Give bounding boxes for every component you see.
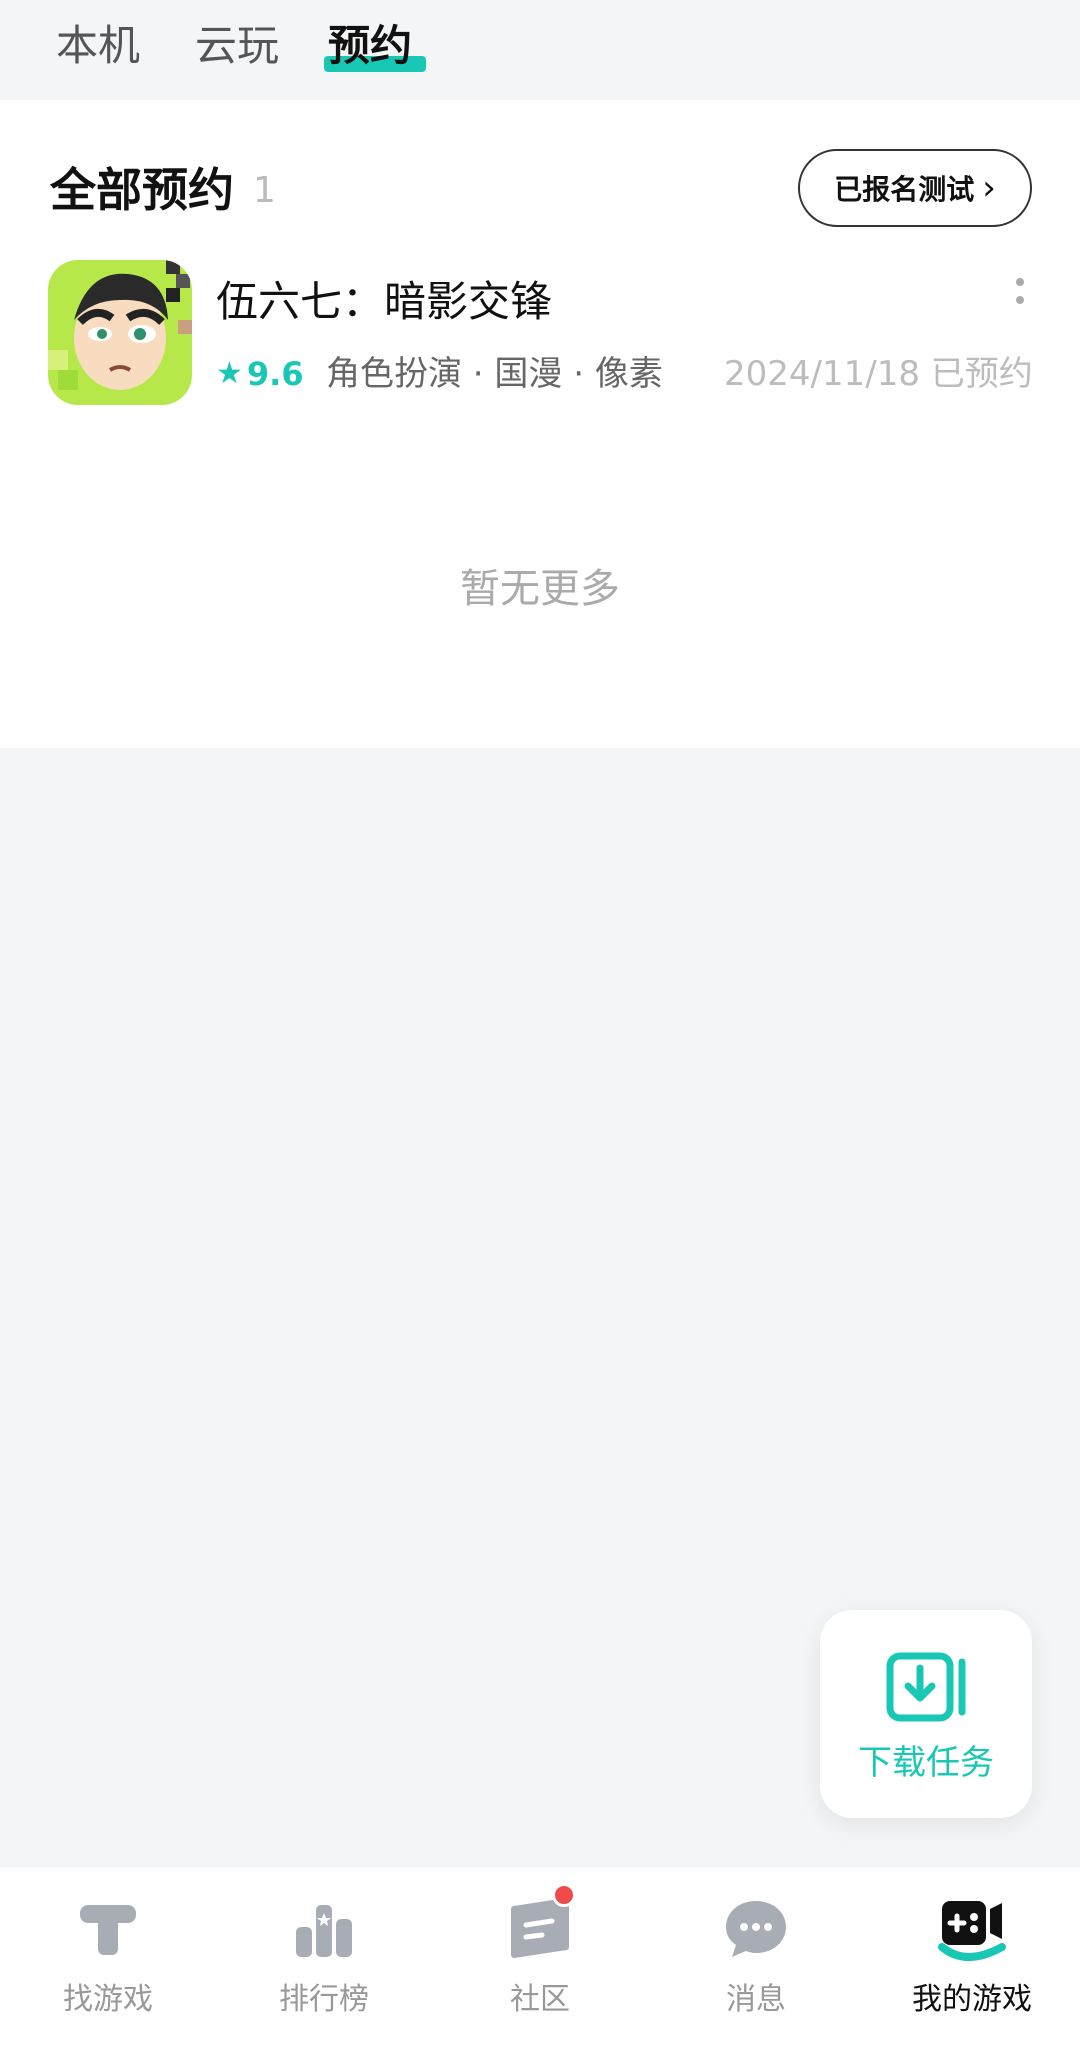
reservation-status: 2024/11/18 已预约 <box>724 354 1033 394</box>
game-rating: ★ 9.6 <box>216 352 304 396</box>
download-tasks-button[interactable]: 下载任务 <box>820 1610 1032 1818</box>
game-list-item[interactable]: 伍六七：暗影交锋 ★ 9.6 角色扮演 · 国漫 · 像素 2024/11/18… <box>0 260 1080 410</box>
no-more-text: 暂无更多 <box>460 566 620 612</box>
nav-find-games[interactable]: 找游戏 <box>0 1867 216 2049</box>
my-games-icon <box>938 1901 1006 1961</box>
notification-badge <box>552 1883 576 1907</box>
tab-cloud-play[interactable]: 云玩 <box>195 18 279 74</box>
signed-up-tests-label: 已报名测试 <box>834 173 975 206</box>
nav-find-games-label: 找游戏 <box>63 1982 153 2017</box>
message-icon <box>726 1901 786 1957</box>
game-name[interactable]: 伍六七：暗影交锋 <box>216 274 552 330</box>
find-games-icon <box>80 1905 136 1955</box>
nav-messages-label: 消息 <box>726 1982 786 2017</box>
reservation-count: 1 <box>253 170 276 211</box>
signed-up-tests-button[interactable]: 已报名测试 › <box>798 149 1032 227</box>
game-icon[interactable] <box>48 260 192 405</box>
rating-value: 9.6 <box>246 355 304 393</box>
nav-my-games[interactable]: 我的游戏 <box>864 1867 1080 2049</box>
game-tags: 角色扮演 · 国漫 · 像素 <box>326 354 663 394</box>
more-options-icon[interactable] <box>1014 278 1026 310</box>
tab-reservations[interactable]: 预约 <box>328 18 412 74</box>
nav-my-games-label: 我的游戏 <box>912 1982 1032 2017</box>
nav-community[interactable]: 社区 <box>432 1867 648 2049</box>
nav-leaderboard-label: 排行榜 <box>279 1982 369 2017</box>
tab-reservations-label: 预约 <box>328 21 413 70</box>
download-icon <box>886 1652 966 1722</box>
nav-messages[interactable]: 消息 <box>648 1867 864 2049</box>
section-title: 全部预约 <box>50 163 234 217</box>
top-tab-bar: 本机 云玩 预约 <box>0 0 1080 100</box>
nav-leaderboard[interactable]: 排行榜 <box>216 1867 432 2049</box>
star-icon: ★ <box>216 356 243 391</box>
bottom-navigation: 找游戏 排行榜 社区 消息 我的游戏 <box>0 1866 1080 2049</box>
tab-local[interactable]: 本机 <box>56 18 140 74</box>
chevron-right-icon: › <box>982 168 996 208</box>
nav-community-label: 社区 <box>510 1982 570 2017</box>
download-tasks-label: 下载任务 <box>858 1743 994 1783</box>
reservation-list-card: 全部预约 1 已报名测试 › 伍六七：暗影交锋 ★ 9.6 角色扮演 · 国漫 … <box>0 100 1080 748</box>
leaderboard-icon <box>296 1905 352 1957</box>
page: 本机 云玩 预约 全部预约 1 已报名测试 › 伍六七：暗影交锋 ★ 9.6 角… <box>0 0 1080 2049</box>
